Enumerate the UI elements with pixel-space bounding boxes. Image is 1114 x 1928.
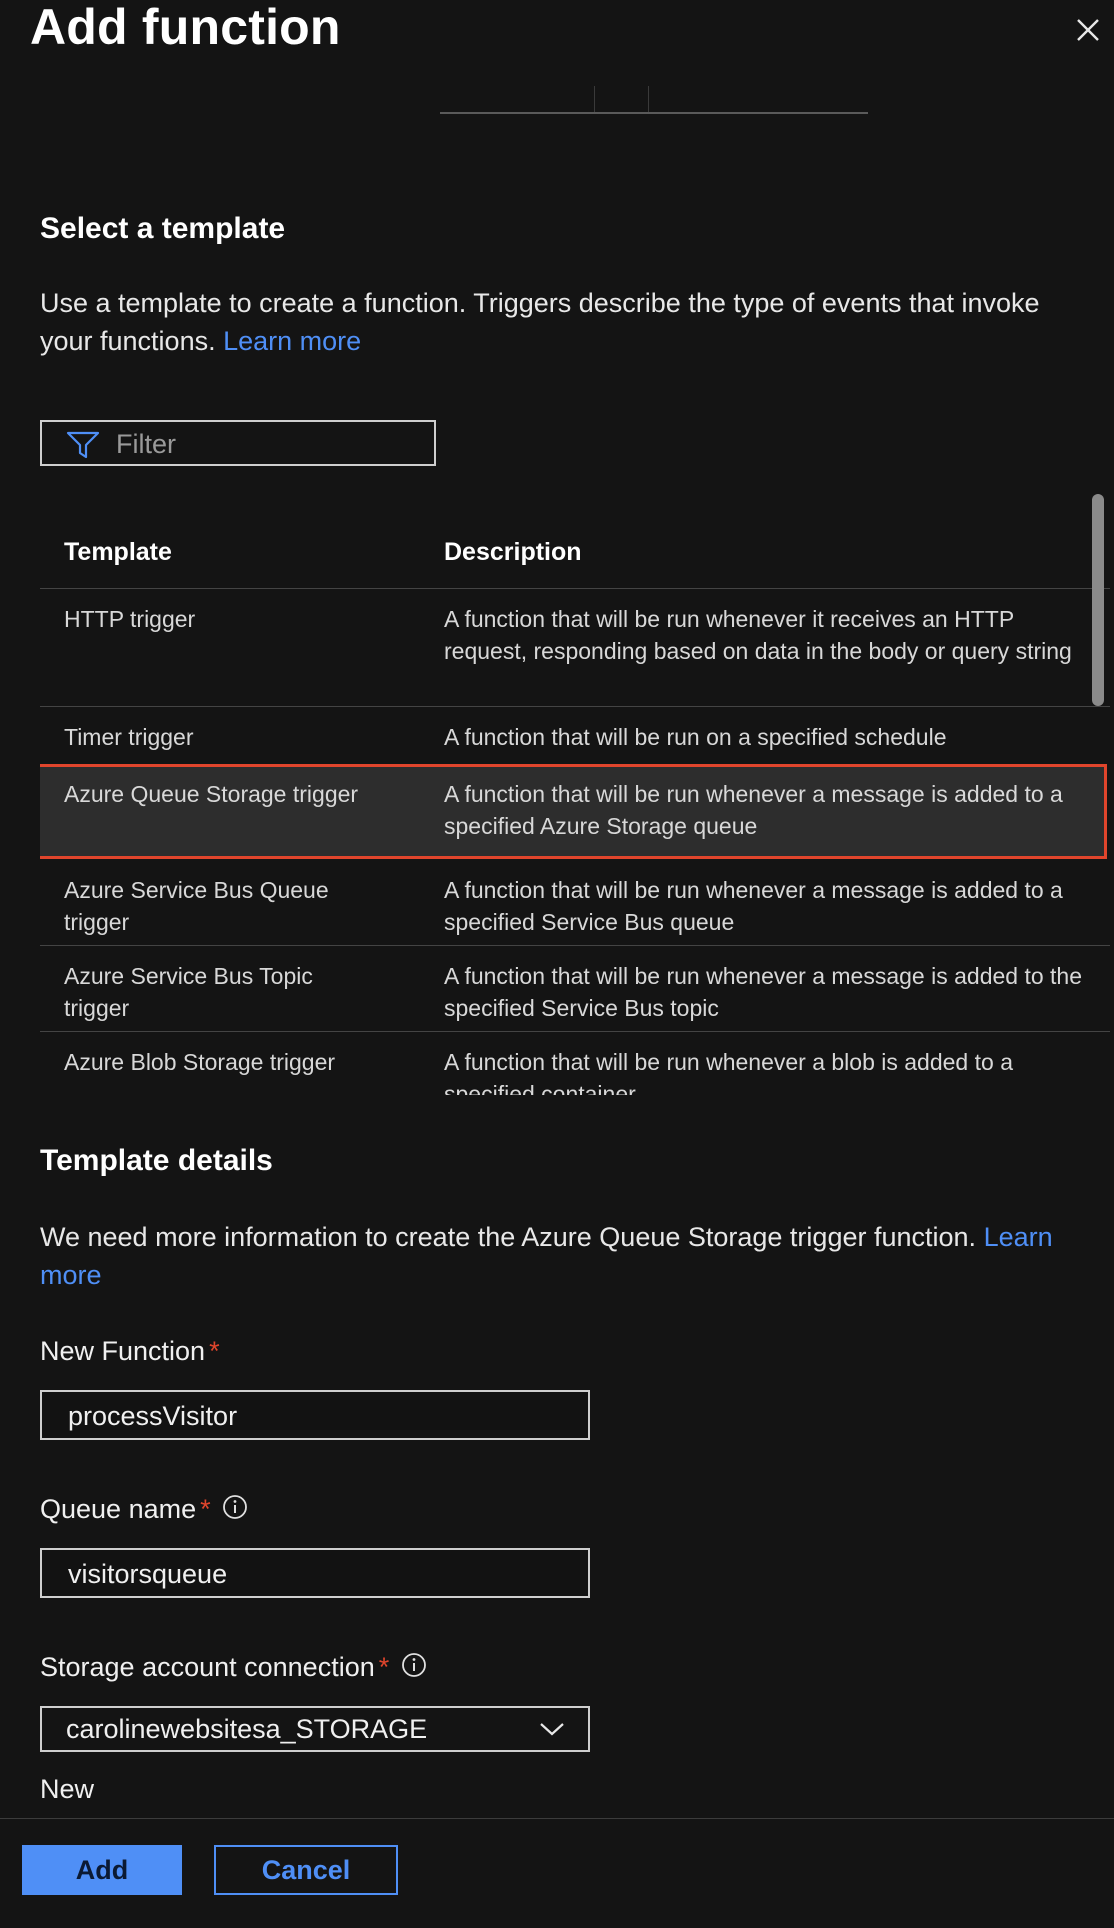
template-name: Azure Blob Storage trigger — [64, 1049, 336, 1075]
footer-divider — [0, 1818, 1114, 1819]
filter-box[interactable] — [40, 420, 436, 466]
filter-icon — [66, 431, 100, 459]
details-description: We need more information to create the A… — [40, 1222, 1053, 1290]
template-description: Use a template to create a function. Tri… — [40, 288, 1040, 356]
scrolled-tab-strip — [440, 86, 868, 114]
template-name: Azure Queue Storage trigger — [64, 781, 359, 807]
cancel-button[interactable]: Cancel — [214, 1845, 398, 1895]
info-icon[interactable] — [401, 1652, 427, 1678]
close-button[interactable] — [1070, 12, 1106, 48]
template-name: Timer trigger — [64, 724, 194, 750]
required-marker: * — [209, 1336, 220, 1366]
table-row[interactable]: Azure Blob Storage trigger A function th… — [40, 1031, 1110, 1095]
queue-name-input[interactable] — [66, 1556, 570, 1592]
learn-more-link[interactable]: Learn more — [223, 326, 361, 356]
table-row[interactable]: Azure Service Bus Topic trigger A functi… — [40, 945, 1110, 1032]
storage-connection-dropdown[interactable]: carolinewebsitesa_STORAGE — [40, 1706, 590, 1752]
template-name: HTTP trigger — [64, 606, 196, 632]
filter-input[interactable] — [114, 426, 418, 462]
template-name: Azure Service Bus Topic trigger — [64, 963, 313, 1021]
queue-name-field[interactable] — [40, 1548, 590, 1598]
column-header-template: Template — [64, 538, 172, 566]
storage-connection-value: carolinewebsitesa_STORAGE — [66, 1714, 428, 1744]
table-scrollbar[interactable] — [1092, 494, 1104, 706]
new-function-field[interactable] — [40, 1390, 590, 1440]
select-template-heading: Select a template — [40, 212, 286, 245]
close-icon — [1077, 19, 1099, 41]
add-function-panel: Add function Select a template Use a tem… — [0, 0, 1114, 1928]
table-row-selected[interactable]: Azure Queue Storage trigger A function t… — [40, 764, 1107, 859]
new-function-input[interactable] — [66, 1398, 570, 1434]
add-button[interactable]: Add — [22, 1845, 182, 1895]
table-row[interactable]: Azure Service Bus Queue trigger A functi… — [40, 859, 1110, 946]
queue-name-label: Queue name * — [40, 1494, 248, 1525]
table-row[interactable]: HTTP trigger A function that will be run… — [40, 588, 1110, 707]
info-icon[interactable] — [222, 1494, 248, 1520]
template-description-cell: A function that will be run on a specifi… — [444, 724, 947, 750]
template-description-cell: A function that will be run whenever a m… — [444, 963, 1083, 1021]
column-header-description: Description — [444, 538, 582, 566]
new-connection-link[interactable]: New — [40, 1774, 94, 1805]
template-name: Azure Service Bus Queue trigger — [64, 877, 329, 935]
required-marker: * — [378, 1652, 390, 1682]
template-details-heading: Template details — [40, 1144, 273, 1177]
panel-title: Add function — [30, 0, 341, 55]
chevron-down-icon — [540, 1723, 564, 1736]
required-marker: * — [200, 1494, 211, 1524]
new-function-label: New Function * — [40, 1336, 220, 1366]
template-table: Template Description HTTP trigger A func… — [40, 510, 1110, 1095]
template-description-cell: A function that will be run whenever a m… — [444, 877, 1063, 935]
template-description-cell: A function that will be run whenever it … — [444, 606, 1072, 664]
template-description-cell: A function that will be run whenever a b… — [444, 1049, 1013, 1095]
table-row[interactable]: Timer trigger A function that will be ru… — [40, 706, 1110, 763]
template-description-cell: A function that will be run whenever a m… — [444, 781, 1063, 839]
storage-connection-label: Storage account connection * — [40, 1652, 427, 1683]
